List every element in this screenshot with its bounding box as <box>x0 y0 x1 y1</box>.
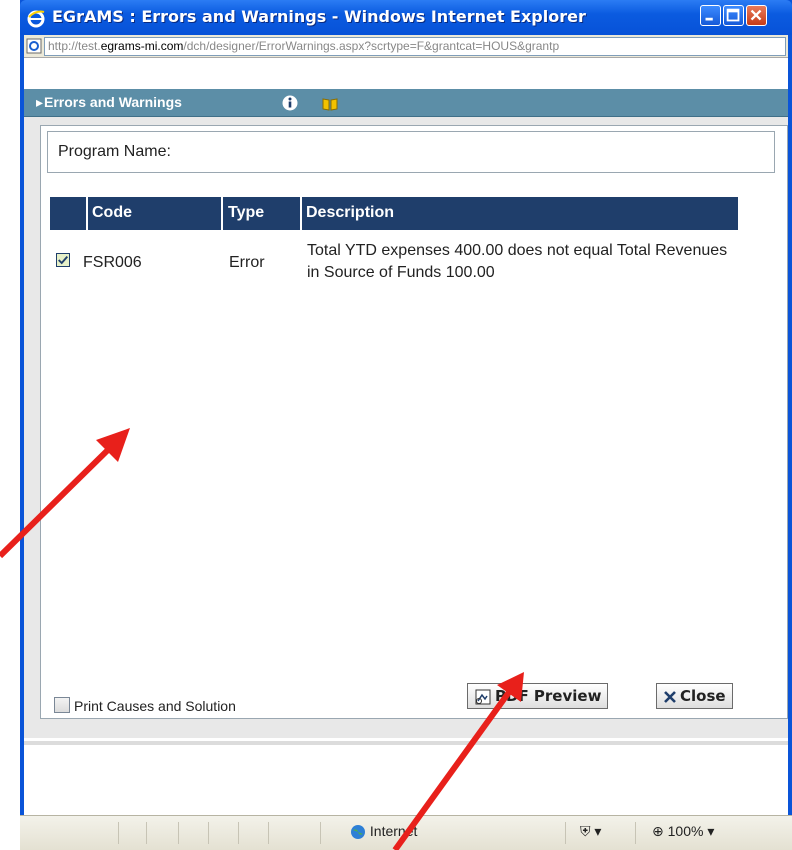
zoom-icon: ⊕ <box>652 823 664 839</box>
status-cell <box>565 822 566 844</box>
pdf-preview-label: PDF Preview <box>495 687 602 705</box>
zoom-control[interactable]: ⊕ 100% ▾ <box>652 823 714 840</box>
column-separator <box>300 197 302 230</box>
panel-title: Errors and Warnings <box>44 94 182 110</box>
pdf-preview-button[interactable]: PDF Preview <box>467 683 609 709</box>
cell-description: Total YTD expenses 400.00 does not equal… <box>307 242 728 281</box>
title-bar[interactable]: EGrAMS : Errors and Warnings - Windows I… <box>20 0 792 35</box>
cell-type: Error <box>229 254 265 271</box>
status-cell <box>238 822 239 844</box>
protected-mode-icon[interactable]: ⛨ ▾ <box>580 823 601 840</box>
program-name-box: Program Name: <box>47 131 775 173</box>
close-x-icon <box>664 690 676 703</box>
column-separator <box>86 197 88 230</box>
status-cell <box>118 822 119 844</box>
zone-label: Internet <box>369 823 418 839</box>
status-cell <box>635 822 636 844</box>
window-title: EGrAMS : Errors and Warnings - Windows I… <box>52 7 586 26</box>
status-cell <box>268 822 269 844</box>
pdf-preview-icon <box>475 689 491 704</box>
info-icon[interactable] <box>282 95 298 111</box>
grid-header: Code Type Description <box>50 197 738 230</box>
status-cell <box>320 822 321 844</box>
close-label: Close <box>680 687 726 705</box>
status-cell <box>178 822 179 844</box>
book-icon[interactable] <box>322 97 338 111</box>
table-row: FSR006 Error Total YTD expenses 400.00 d… <box>50 230 738 286</box>
column-header-type[interactable]: Type <box>228 204 264 222</box>
url-domain: egrams-mi.com <box>100 39 184 53</box>
print-causes-checkbox[interactable] <box>54 697 70 713</box>
column-header-description[interactable]: Description <box>306 204 394 222</box>
status-bar: Internet ⛨ ▾ ⊕ 100% ▾ <box>20 815 792 850</box>
program-name-label: Program Name: <box>58 143 171 160</box>
status-cell <box>146 822 147 844</box>
close-button[interactable]: Close <box>656 683 733 709</box>
close-icon <box>750 9 762 21</box>
cell-code: FSR006 <box>83 254 142 271</box>
url-scheme: http://test. <box>48 39 101 53</box>
ie-window: EGrAMS : Errors and Warnings - Windows I… <box>20 0 792 850</box>
checked-checkbox-icon[interactable] <box>56 253 70 267</box>
column-header-code[interactable]: Code <box>92 204 132 222</box>
ie-logo-icon <box>27 10 45 28</box>
bullet-icon: ▸ <box>36 94 44 110</box>
panel-header: ▸ Errors and Warnings <box>24 89 788 117</box>
minimize-button[interactable] <box>700 5 721 26</box>
column-separator <box>221 197 223 230</box>
globe-icon <box>351 825 365 840</box>
close-window-button[interactable] <box>746 5 767 26</box>
url-path: /dch/designer/ErrorWarnings.aspx?scrtype… <box>183 39 560 53</box>
errors-container: Program Name: Code Type Description FSR0… <box>40 125 788 719</box>
page-icon <box>26 38 42 54</box>
page-content: ▸ Errors and Warnings Program Name: Code <box>24 58 788 846</box>
panel-body: Program Name: Code Type Description FSR0… <box>24 117 788 738</box>
maximize-button[interactable] <box>723 5 744 26</box>
status-cell <box>208 822 209 844</box>
minimize-icon <box>705 17 713 21</box>
security-zone[interactable]: Internet <box>350 823 417 840</box>
address-bar: http://test.egrams-mi.com/dch/designer/E… <box>24 35 788 58</box>
maximize-icon <box>726 8 740 22</box>
url-field[interactable]: http://test.egrams-mi.com/dch/designer/E… <box>44 37 786 56</box>
print-causes-label: Print Causes and Solution <box>74 698 236 714</box>
divider <box>24 741 788 745</box>
chevron-down-icon: ▾ <box>707 823 715 839</box>
zoom-level: 100% <box>667 823 704 839</box>
